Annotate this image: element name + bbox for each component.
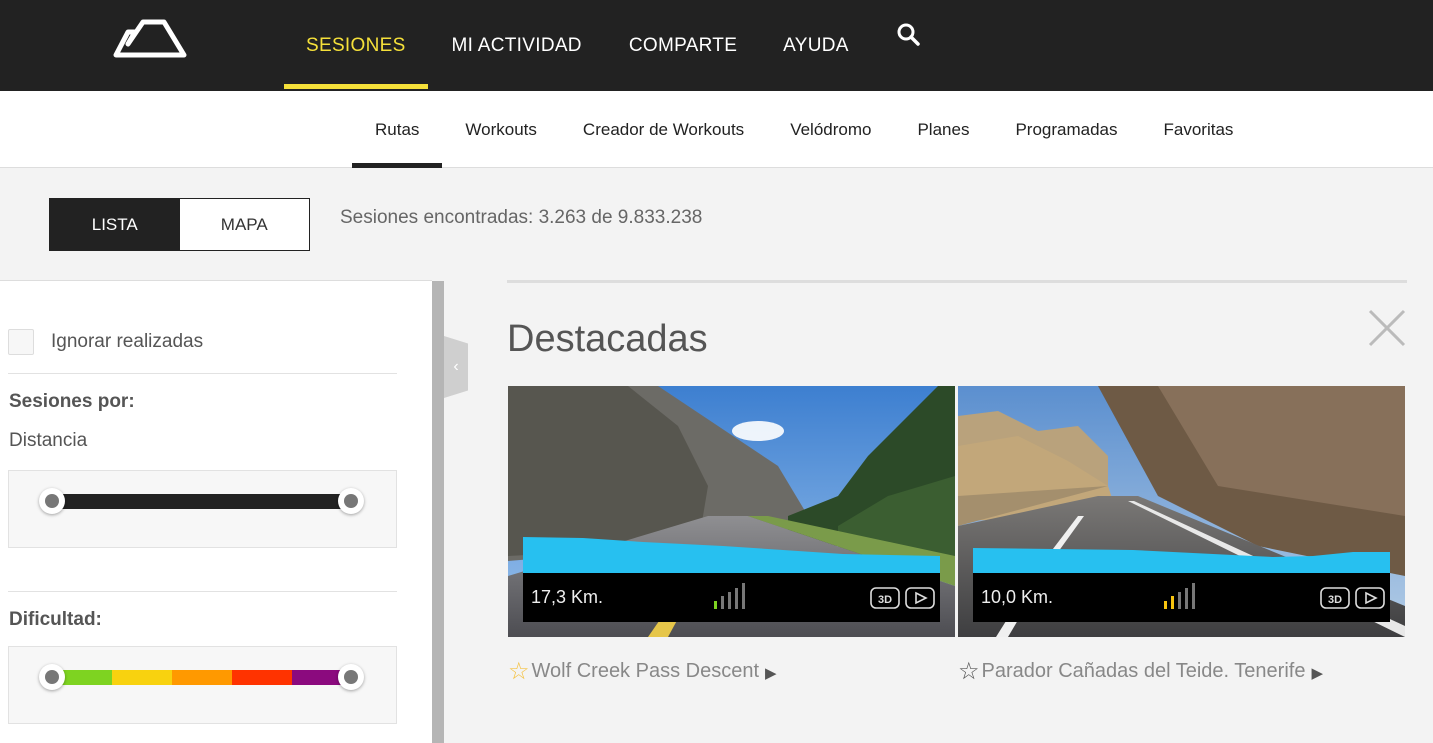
svg-text:3D: 3D bbox=[878, 594, 892, 606]
sidebar-scrollbar[interactable] bbox=[432, 281, 444, 743]
filters-sidebar: Ignorar realizadas Sesiones por: Distanc… bbox=[0, 280, 444, 743]
distance-max-handle[interactable] bbox=[338, 488, 364, 514]
route-distance: 10,0 Km. bbox=[981, 587, 1054, 607]
sub-navigation-bar: Rutas Workouts Creador de Workouts Velód… bbox=[0, 91, 1433, 168]
difficulty-segment bbox=[232, 670, 292, 685]
sort-by-label: Sesiones por: bbox=[9, 391, 135, 412]
video-play-icon[interactable] bbox=[905, 587, 935, 609]
ignore-done-checkbox[interactable] bbox=[8, 329, 34, 355]
route-card-teide[interactable]: 10,0 Km. 3D bbox=[958, 386, 1405, 637]
play-arrow-icon: ▶ bbox=[765, 665, 777, 682]
difficulty-label: Dificultad: bbox=[9, 609, 102, 630]
route-distance: 17,3 Km. bbox=[531, 587, 604, 607]
featured-title: Destacadas bbox=[507, 318, 708, 360]
difficulty-segment bbox=[112, 670, 172, 685]
ignore-done-toggle[interactable]: Ignorar realizadas bbox=[8, 329, 203, 355]
main-nav: SESIONES MI ACTIVIDAD COMPARTE AYUDA bbox=[284, 0, 920, 91]
route-title: Parador Cañadas del Teide. Tenerife bbox=[981, 660, 1306, 682]
elevation-profile bbox=[973, 548, 1390, 577]
nav-sesiones[interactable]: SESIONES bbox=[284, 0, 428, 91]
difficulty-min-handle[interactable] bbox=[39, 664, 65, 690]
list-view-button[interactable]: LISTA bbox=[50, 199, 180, 250]
divider bbox=[8, 373, 397, 374]
brand-logo[interactable] bbox=[112, 18, 188, 58]
difficulty-slider-track[interactable] bbox=[52, 670, 352, 685]
difficulty-bars-icon bbox=[714, 583, 745, 609]
divider bbox=[8, 591, 397, 592]
route-title-wolf-creek[interactable]: ☆ Wolf Creek Pass Descent ▶ bbox=[508, 657, 777, 686]
chevron-left-icon: ‹ bbox=[453, 358, 459, 375]
distance-min-handle[interactable] bbox=[39, 488, 65, 514]
elevation-profile bbox=[523, 537, 940, 577]
sub-nav: Rutas Workouts Creador de Workouts Velód… bbox=[352, 91, 1256, 168]
tab-rutas[interactable]: Rutas bbox=[352, 91, 443, 168]
favorite-star-icon[interactable]: ☆ bbox=[958, 657, 980, 686]
nav-ayuda[interactable]: AYUDA bbox=[760, 0, 872, 91]
map-view-button[interactable]: MAPA bbox=[180, 199, 310, 250]
video-play-icon[interactable] bbox=[1355, 587, 1385, 609]
tab-favoritas[interactable]: Favoritas bbox=[1141, 91, 1257, 168]
3d-icon[interactable]: 3D bbox=[1320, 587, 1350, 609]
route-info-panel: 17,3 Km. 3D bbox=[523, 573, 940, 622]
route-title-teide[interactable]: ☆ Parador Cañadas del Teide. Tenerife ▶ bbox=[958, 657, 1323, 686]
svg-text:3D: 3D bbox=[1328, 594, 1342, 606]
route-card-wolf-creek[interactable]: 17,3 Km. 3D bbox=[508, 386, 955, 637]
route-info-panel: 10,0 Km. 3D bbox=[973, 573, 1390, 622]
section-divider bbox=[507, 280, 1407, 283]
3d-icon[interactable]: 3D bbox=[870, 587, 900, 609]
tab-programadas[interactable]: Programadas bbox=[992, 91, 1140, 168]
sort-by-value[interactable]: Distancia bbox=[9, 430, 87, 452]
nav-comparte[interactable]: COMPARTE bbox=[606, 0, 760, 91]
route-title: Wolf Creek Pass Descent bbox=[531, 660, 760, 682]
distance-slider-track[interactable] bbox=[52, 494, 352, 509]
difficulty-bars-icon bbox=[1164, 583, 1195, 609]
close-icon[interactable] bbox=[1367, 308, 1407, 348]
difficulty-max-handle[interactable] bbox=[338, 664, 364, 690]
tab-creador-workouts[interactable]: Creador de Workouts bbox=[560, 91, 767, 168]
view-toggle: LISTA MAPA bbox=[49, 198, 310, 251]
tab-workouts[interactable]: Workouts bbox=[442, 91, 560, 168]
search-icon[interactable] bbox=[896, 22, 920, 46]
collapse-sidebar-button[interactable]: ‹ bbox=[444, 336, 468, 398]
sessions-found-count: Sesiones encontradas: 3.263 de 9.833.238 bbox=[340, 207, 703, 228]
tab-planes[interactable]: Planes bbox=[894, 91, 992, 168]
ignore-done-label: Ignorar realizadas bbox=[51, 331, 204, 352]
play-arrow-icon: ▶ bbox=[1311, 665, 1323, 682]
difficulty-slider bbox=[8, 646, 397, 724]
distance-slider bbox=[8, 470, 397, 548]
nav-mi-actividad[interactable]: MI ACTIVIDAD bbox=[428, 0, 606, 91]
top-navigation-bar: SESIONES MI ACTIVIDAD COMPARTE AYUDA bbox=[0, 0, 1433, 91]
favorite-star-icon[interactable]: ☆ bbox=[508, 657, 530, 686]
tab-velodromo[interactable]: Velódromo bbox=[767, 91, 894, 168]
difficulty-segment bbox=[172, 670, 232, 685]
